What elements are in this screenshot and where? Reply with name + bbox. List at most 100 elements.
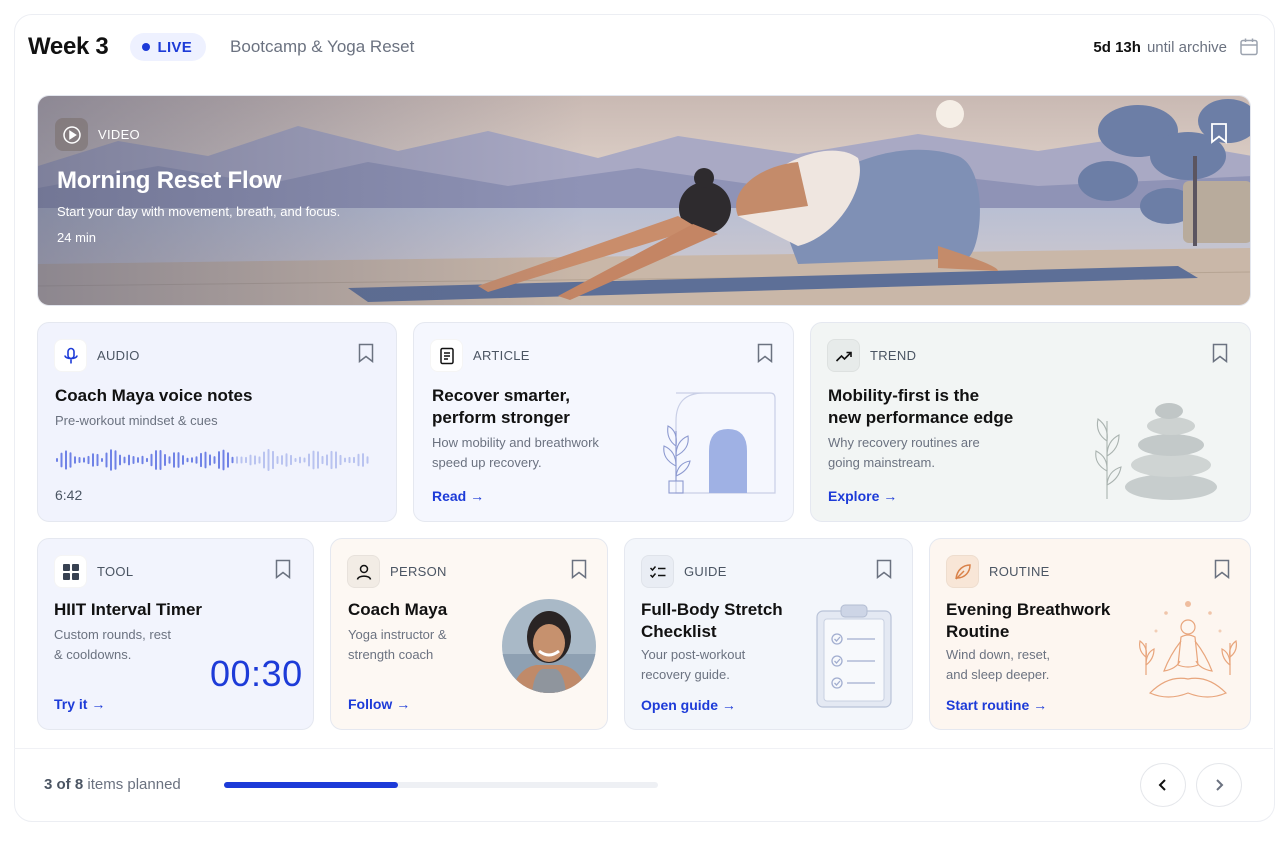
week-title: Week 3	[28, 33, 109, 60]
card-type: ROUTINE	[989, 564, 1050, 579]
card-header: TREND	[827, 339, 916, 372]
bookmark-icon[interactable]	[757, 343, 773, 363]
leaf-icon	[946, 555, 979, 588]
card-title-line: Recover smarter,	[432, 386, 570, 405]
article-card[interactable]: ARTICLE Recover smarter, perform stronge…	[413, 322, 794, 522]
card-description-line: strength coach	[348, 647, 434, 662]
bookmark-icon[interactable]	[1214, 559, 1230, 579]
person-card[interactable]: PERSON Coach Maya Yoga instructor & stre…	[330, 538, 608, 730]
waveform-bar	[258, 456, 261, 464]
waveform-bar	[254, 455, 256, 465]
live-badge: LIVE	[130, 33, 207, 61]
trend-card[interactable]: TREND Mobility-first is the new performa…	[810, 322, 1251, 522]
card-type: GUIDE	[684, 564, 727, 579]
progress-bar	[224, 782, 658, 788]
waveform-bar	[290, 454, 292, 466]
calendar-icon[interactable]	[1239, 37, 1259, 57]
waveform-bar	[74, 456, 76, 464]
next-button[interactable]	[1196, 763, 1242, 807]
planned-total: 8	[74, 776, 84, 793]
checklist-icon	[641, 555, 674, 588]
card-description-line: Wind down, reset,	[946, 647, 1051, 662]
waveform-bar	[87, 455, 90, 465]
card-header: PERSON	[347, 555, 447, 588]
archive-countdown: 5d 13h until archive	[1093, 37, 1259, 57]
card-title: Recover smarter, perform stronger	[432, 385, 570, 429]
waveform-bar	[209, 454, 211, 466]
waveform-bar	[299, 456, 301, 464]
waveform-bar	[263, 451, 265, 469]
planned-count: 3	[44, 776, 53, 793]
waveform-bar	[119, 454, 121, 466]
waveform-bar	[281, 455, 283, 465]
person-icon	[347, 555, 380, 588]
waveform-bar	[272, 450, 274, 470]
audio-card[interactable]: AUDIO Coach Maya voice notes Pre-workout…	[37, 322, 397, 522]
card-type: TREND	[870, 348, 917, 363]
waveform-bar	[204, 451, 207, 469]
waveform-bar	[78, 456, 81, 464]
open-guide-link[interactable]: Open guide →	[641, 697, 736, 713]
waveform-bar	[114, 450, 117, 470]
waveform-bar	[213, 456, 216, 464]
card-type: AUDIO	[97, 348, 140, 363]
document-icon	[430, 339, 463, 372]
waveform-bar	[110, 449, 112, 471]
waveform-bar	[366, 456, 369, 464]
waveform-bar	[231, 456, 234, 464]
card-header: GUIDE	[641, 555, 727, 588]
tool-card[interactable]: TOOL HIIT Interval Timer Custom rounds, …	[37, 538, 314, 730]
waveform-bar	[141, 455, 144, 465]
card-title-line: Mobility-first is the	[828, 386, 980, 405]
waveform-bar	[186, 457, 189, 463]
read-link[interactable]: Read →	[432, 488, 484, 504]
waveform-bar	[294, 457, 297, 463]
header: Week 3 LIVE Bootcamp & Yoga Reset 5d 13h…	[28, 30, 1259, 64]
play-icon	[55, 118, 88, 151]
waveform-bar	[249, 454, 252, 466]
card-title: Evening Breathwork Routine	[946, 599, 1110, 643]
bookmark-icon[interactable]	[1212, 343, 1228, 363]
bookmark-icon[interactable]	[275, 559, 291, 579]
bookmark-icon[interactable]	[1210, 122, 1228, 144]
planned-of: of	[56, 776, 71, 793]
waveform-bar	[191, 457, 193, 463]
waveform-bar	[164, 454, 166, 466]
waveform-bar	[56, 458, 58, 462]
waveform[interactable]	[55, 445, 375, 475]
card-title: HIIT Interval Timer	[54, 600, 203, 619]
bookmark-icon[interactable]	[876, 559, 892, 579]
previous-button[interactable]	[1140, 763, 1186, 807]
waveform-bar	[83, 457, 85, 463]
start-routine-link[interactable]: Start routine →	[946, 697, 1047, 713]
card-title-line: Checklist	[641, 622, 717, 641]
live-label: LIVE	[157, 38, 193, 56]
waveform-bar	[330, 450, 333, 470]
live-dot-icon	[142, 43, 151, 51]
chevron-right-icon	[1216, 779, 1224, 791]
routine-card[interactable]: ROUTINE Evening Breathwork Routine Wind …	[929, 538, 1251, 730]
waveform-bar	[303, 457, 306, 463]
card-type: PERSON	[390, 564, 447, 579]
try-it-link[interactable]: Try it →	[54, 696, 105, 712]
waveform-bar	[105, 452, 108, 468]
waveform-bar	[326, 454, 328, 466]
bookmark-icon[interactable]	[571, 559, 587, 579]
planned-progress-text: 3 of 8 items planned	[44, 776, 181, 793]
bookmark-icon[interactable]	[358, 343, 374, 363]
waveform-bar	[240, 456, 243, 464]
waveform-bar	[177, 452, 180, 468]
microphone-icon	[54, 339, 87, 372]
explore-link[interactable]: Explore →	[828, 488, 897, 504]
hero-type: VIDEO	[55, 118, 140, 151]
follow-link[interactable]: Follow →	[348, 696, 410, 712]
waveform-bar	[222, 449, 225, 471]
card-type: ARTICLE	[473, 348, 530, 363]
waveform-bar	[92, 453, 94, 467]
hero-video-card[interactable]: VIDEO Morning Reset Flow Start your day …	[37, 95, 1251, 306]
waveform-bar	[245, 456, 247, 464]
waveform-bar	[96, 453, 99, 467]
card-description-line: Custom rounds, rest	[54, 627, 172, 642]
card-description: Your post-workout recovery guide.	[641, 645, 745, 685]
guide-card[interactable]: GUIDE Full-Body Stretch Checklist Your p…	[624, 538, 913, 730]
